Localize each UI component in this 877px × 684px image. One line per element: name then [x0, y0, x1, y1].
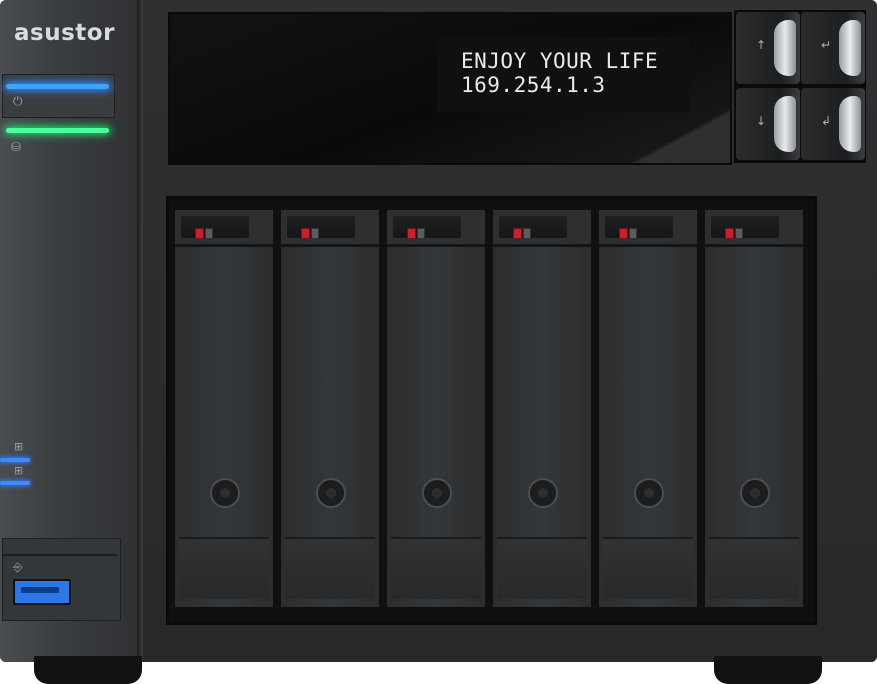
lcd-display: ENJOY YOUR LIFE 169.254.1.3 — [437, 37, 690, 112]
lcd-line-2: 169.254.1.3 — [461, 73, 606, 97]
drive-tray-1[interactable] — [175, 210, 273, 607]
drive-activity-led — [619, 228, 628, 239]
tray-latch[interactable] — [499, 216, 567, 239]
lcd-enter-button[interactable]: ↲ — [801, 88, 865, 160]
button-cap — [839, 96, 861, 152]
usb-port[interactable] — [13, 579, 71, 605]
drive-activity-led — [513, 228, 522, 239]
enter-arrow-icon: ↲ — [821, 114, 832, 128]
drive-tray-3[interactable] — [387, 210, 485, 607]
drive-tray-2[interactable] — [281, 210, 379, 607]
tray-latch[interactable] — [605, 216, 673, 239]
lan1-icon: ⊞ — [14, 440, 24, 453]
tray-handle[interactable] — [387, 210, 485, 247]
drive-tray-5[interactable] — [599, 210, 697, 607]
lcd-up-button[interactable]: ↑ — [736, 12, 800, 84]
tray-lock-icon[interactable] — [210, 478, 240, 508]
drive-activity-led — [725, 228, 734, 239]
drive-status-led — [629, 228, 637, 239]
lan1-led — [0, 458, 30, 462]
back-arrow-icon: ↵ — [821, 38, 832, 52]
disk-status-icon: ⛁ — [11, 140, 22, 154]
tray-handle[interactable] — [281, 210, 379, 247]
usb-copy-icon: ⎆ — [13, 560, 23, 574]
tray-latch[interactable] — [711, 216, 779, 239]
lcd-down-button[interactable]: ↓ — [736, 88, 800, 160]
tray-grip — [285, 537, 375, 599]
tray-lock-icon[interactable] — [422, 478, 452, 508]
drive-tray-6[interactable] — [705, 210, 803, 607]
drive-status-led — [205, 228, 213, 239]
button-cap — [774, 20, 796, 76]
lcd-line-1: ENJOY YOUR LIFE — [461, 49, 659, 73]
power-icon: ⏻ — [13, 94, 23, 108]
tray-grip — [497, 537, 587, 599]
button-cap — [839, 20, 861, 76]
tray-lock-icon[interactable] — [634, 478, 664, 508]
lcd-back-button[interactable]: ↵ — [801, 12, 865, 84]
tray-latch[interactable] — [181, 216, 249, 239]
tray-lock-icon[interactable] — [316, 478, 346, 508]
tray-grip — [709, 537, 799, 599]
tray-grip — [391, 537, 481, 599]
left-foot — [34, 656, 142, 684]
power-led — [6, 84, 109, 89]
down-arrow-icon: ↓ — [756, 114, 767, 128]
drive-tray-4[interactable] — [493, 210, 591, 607]
lcd-button-cluster: ↑ ↵ ↓ ↲ — [734, 10, 866, 163]
usb-divider — [2, 554, 117, 556]
up-arrow-icon: ↑ — [756, 38, 767, 52]
right-foot — [714, 656, 822, 684]
drive-status-led — [523, 228, 531, 239]
brand-logo: asustor — [14, 20, 115, 46]
tray-grip — [603, 537, 693, 599]
tray-handle[interactable] — [493, 210, 591, 247]
drive-activity-led — [195, 228, 204, 239]
button-cap — [774, 96, 796, 152]
tray-latch[interactable] — [287, 216, 355, 239]
drive-status-led — [311, 228, 319, 239]
tray-handle[interactable] — [599, 210, 697, 247]
tray-handle[interactable] — [705, 210, 803, 247]
left-control-panel: asustor ⏻ ⛁ ⊞ ⊞ ⎆ — [0, 0, 137, 662]
drive-activity-led — [301, 228, 310, 239]
tray-grip — [179, 537, 269, 599]
tray-handle[interactable] — [175, 210, 273, 247]
drive-activity-led — [407, 228, 416, 239]
tray-latch[interactable] — [393, 216, 461, 239]
status-led — [6, 128, 109, 133]
drive-status-led — [417, 228, 425, 239]
drive-status-led — [735, 228, 743, 239]
lan2-led — [0, 481, 30, 485]
tray-lock-icon[interactable] — [528, 478, 558, 508]
lan2-icon: ⊞ — [14, 464, 24, 477]
tray-lock-icon[interactable] — [740, 478, 770, 508]
